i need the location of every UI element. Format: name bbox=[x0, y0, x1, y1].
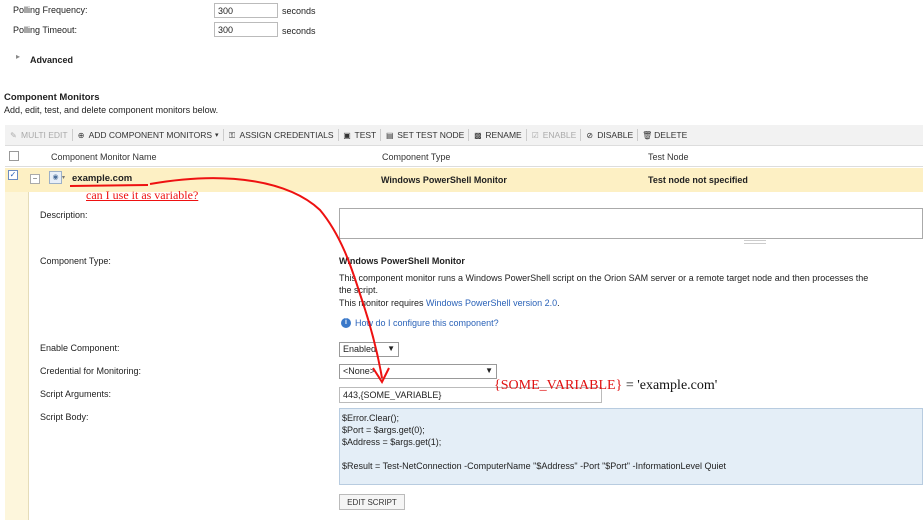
annotation-equation: {SOME_VARIABLE} = 'example.com' bbox=[494, 378, 718, 393]
annotation-arrow bbox=[149, 177, 383, 379]
annotation-underline bbox=[69, 184, 149, 187]
annotation-overlay bbox=[69, 177, 390, 385]
annotation-question: can I use it as variable? bbox=[86, 188, 199, 202]
